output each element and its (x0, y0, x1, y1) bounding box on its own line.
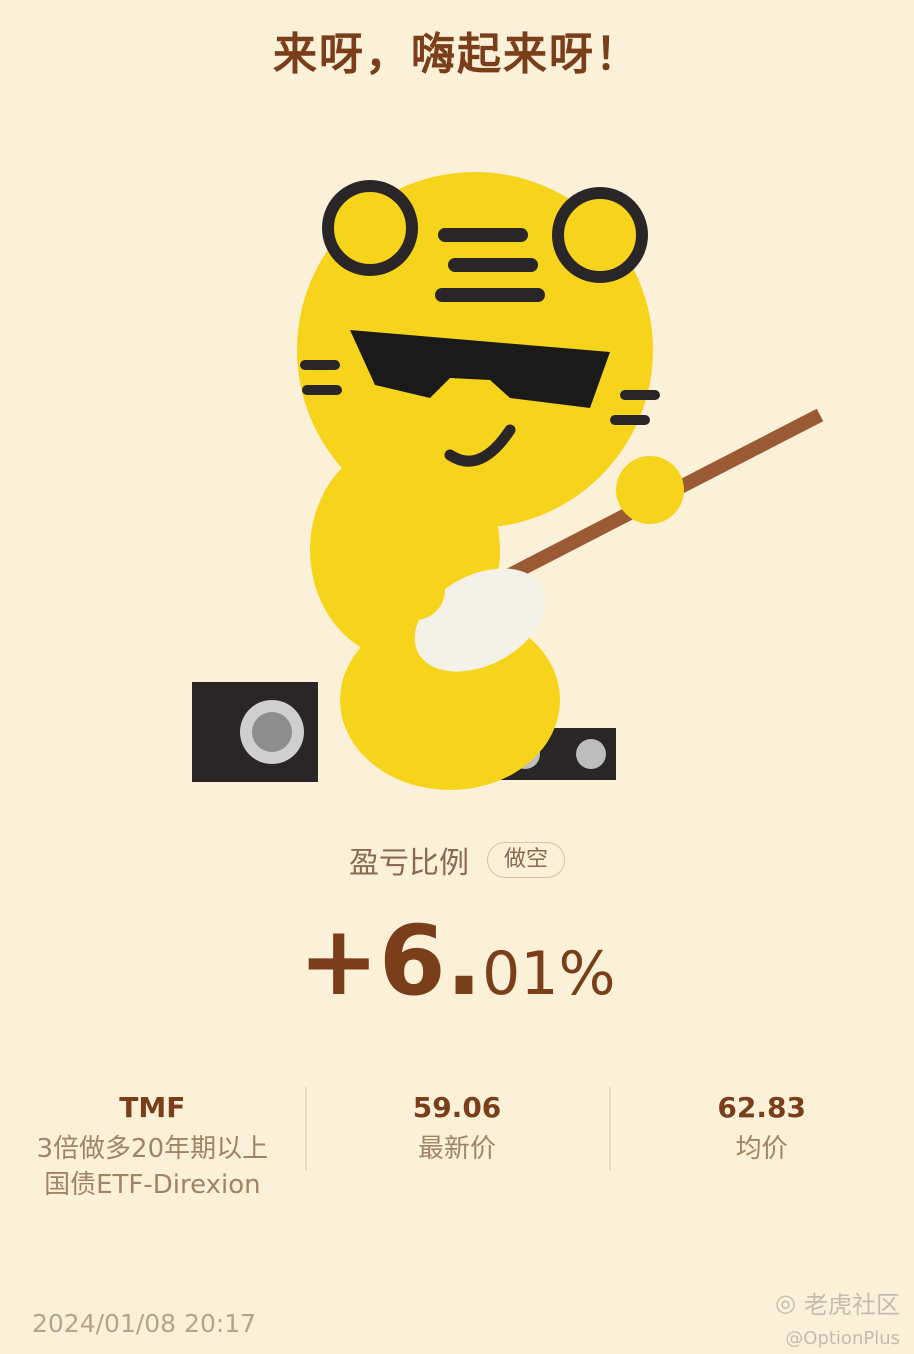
timestamp: 2024/01/08 20:17 (32, 1309, 257, 1338)
profit-ratio-header: 盈亏比例 做空 (0, 838, 914, 882)
profit-ratio-value: +6.01% (0, 905, 914, 1017)
latest-price-label: 最新价 (418, 1134, 497, 1164)
average-price-value: 62.83 (717, 1091, 806, 1124)
headline: 来呀，嗨起来呀！ (273, 29, 641, 80)
ratio-label: 盈亏比例 (348, 846, 469, 881)
watermark-handle: @OptionPlus (785, 1328, 900, 1349)
stat-average-price: 62.83 均价 (609, 1085, 914, 1203)
average-price-label: 均价 (735, 1134, 788, 1164)
position-stats: TMF 3倍做多20年期以上国债ETF-Direxion 59.06 最新价 6… (0, 1085, 914, 1203)
stat-latest-price: 59.06 最新价 (304, 1085, 610, 1203)
ticker-symbol: TMF (119, 1091, 186, 1124)
stat-ticker: TMF 3倍做多20年期以上国债ETF-Direxion (0, 1085, 305, 1203)
short-badge: 做空 (486, 842, 565, 878)
watermark: ◎ 老虎社区 @OptionPlus (775, 1285, 900, 1350)
watermark-brand: 老虎社区 (804, 1291, 900, 1319)
latest-price-value: 59.06 (412, 1091, 502, 1124)
community-logo-icon: ◎ (775, 1288, 796, 1317)
pnl-main: +6. (298, 905, 483, 1017)
ticker-name: 3倍做多20年期以上国债ETF-Direxion (36, 1134, 269, 1200)
tiger-guitar-illustration (192, 172, 824, 790)
pnl-decimal: 01% (482, 939, 616, 1009)
